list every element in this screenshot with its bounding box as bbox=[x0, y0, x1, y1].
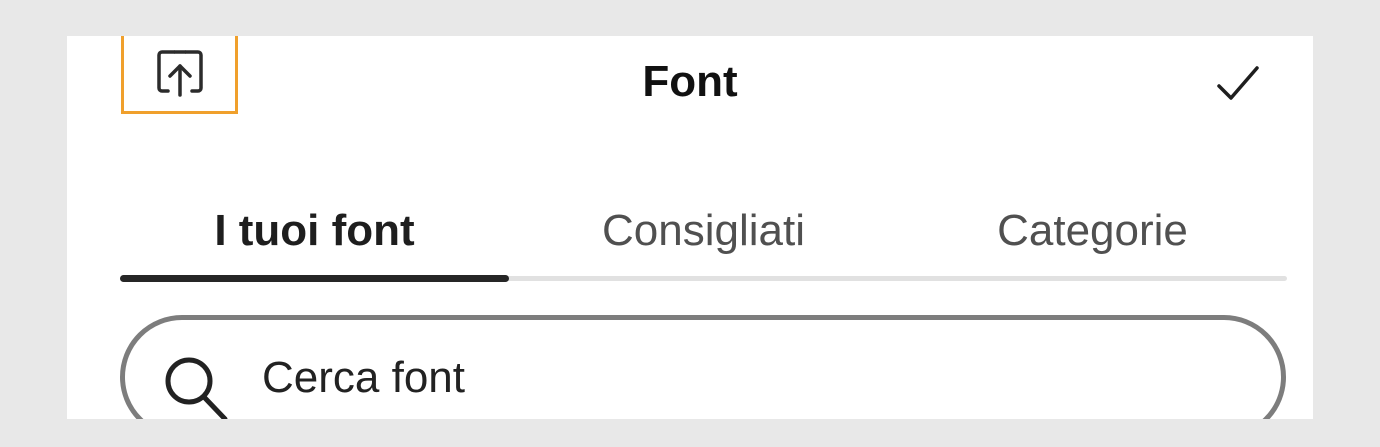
active-tab-indicator bbox=[120, 275, 509, 282]
tab-categories[interactable]: Categorie bbox=[898, 196, 1287, 266]
font-panel: Font I tuoi font Consigliati Categorie bbox=[67, 36, 1313, 419]
tab-recommended[interactable]: Consigliati bbox=[509, 196, 898, 266]
tab-bar: I tuoi font Consigliati Categorie bbox=[120, 196, 1287, 284]
checkmark-icon bbox=[1215, 62, 1261, 108]
confirm-button[interactable] bbox=[1215, 62, 1261, 108]
page-title: Font bbox=[642, 57, 738, 106]
tab-your-fonts[interactable]: I tuoi font bbox=[120, 196, 509, 266]
search-icon bbox=[162, 355, 234, 419]
search-input[interactable] bbox=[262, 350, 1162, 406]
search-field[interactable] bbox=[120, 315, 1286, 419]
